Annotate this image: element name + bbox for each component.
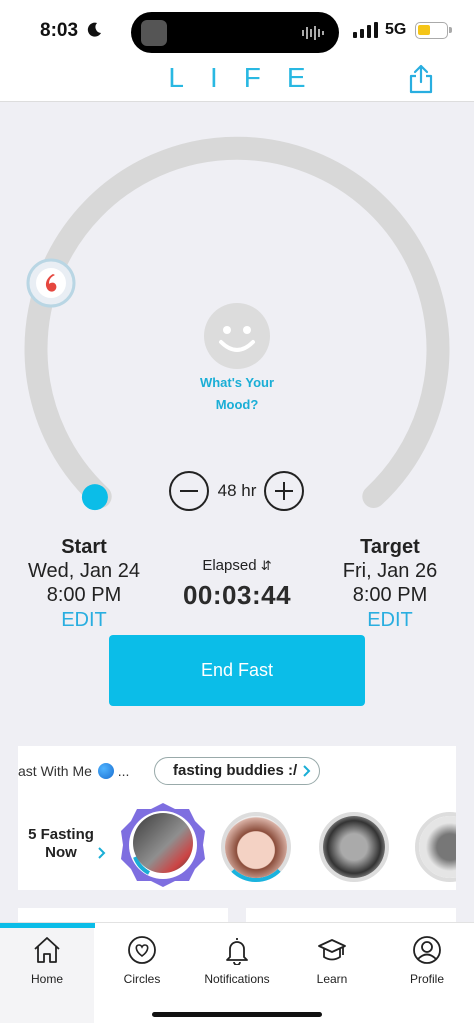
tab-circles[interactable]: Circles: [95, 923, 189, 1023]
elapsed-info: Elapsed ⇵ 00:03:44: [160, 557, 314, 611]
start-title: Start: [61, 536, 107, 558]
target-time: 8:00 PM: [352, 584, 428, 606]
status-bar: 8:03 5G: [0, 0, 474, 60]
chevron-right-icon: [303, 765, 311, 777]
tab-notifications[interactable]: Notifications: [190, 923, 284, 1023]
tab-label: Notifications: [204, 972, 270, 986]
bell-icon: [226, 938, 248, 965]
active-tab-indicator: [0, 923, 95, 928]
battery-icon: [415, 22, 448, 39]
target-info: Target Fri, Jan 26 8:00 PM EDIT: [320, 535, 460, 632]
home-icon: [34, 937, 60, 963]
edit-start-button[interactable]: EDIT: [14, 608, 154, 632]
tab-label: Learn: [316, 972, 348, 986]
graduation-cap-icon: [318, 939, 346, 961]
fasting-now-count[interactable]: 5 Fasting Now: [26, 826, 96, 862]
app-header: LIFE: [0, 60, 474, 102]
target-title: Target: [360, 536, 420, 558]
buddy-avatar[interactable]: [133, 813, 193, 873]
tab-label: Circles: [123, 972, 161, 986]
fast-with-me-label: ast With Me: [18, 763, 92, 779]
tab-label: Home: [30, 972, 63, 986]
fasting-buddies-label: fasting buddies :/: [173, 762, 298, 779]
buddy-avatar[interactable]: [323, 816, 385, 878]
edit-target-button[interactable]: EDIT: [320, 608, 460, 632]
fasting-count-line1: 5 Fasting: [28, 826, 94, 843]
zero-calorie-marker[interactable]: [26, 258, 76, 308]
mood-prompt-line1: What's Your: [199, 375, 275, 390]
mood-prompt[interactable]: What's Your Mood?: [170, 372, 304, 416]
elapsed-time: 00:03:44: [182, 580, 292, 610]
battery-nub: [449, 27, 452, 33]
target-date: Fri, Jan 26: [342, 560, 438, 582]
increase-duration-button[interactable]: [264, 471, 304, 511]
tab-label: Profile: [409, 972, 444, 986]
elapsed-toggle[interactable]: Elapsed ⇵: [160, 557, 314, 574]
battery-level: [418, 25, 430, 35]
tab-home[interactable]: Home: [0, 923, 94, 1023]
buddy-avatar[interactable]: [225, 816, 287, 878]
home-indicator: [152, 1012, 322, 1017]
start-info: Start Wed, Jan 24 8:00 PM EDIT: [14, 535, 154, 632]
moon-icon: [87, 22, 101, 37]
decrease-duration-button[interactable]: [169, 471, 209, 511]
mood-face-icon[interactable]: [203, 302, 271, 370]
fast-with-me-ellipsis: ...: [117, 763, 130, 779]
network-type: 5G: [385, 21, 407, 38]
chevron-right-icon: [98, 847, 106, 859]
dynamic-island: [131, 12, 339, 53]
mood-prompt-line2: Mood?: [215, 397, 259, 412]
app-logo: LIFE: [168, 62, 332, 93]
progress-handle[interactable]: [81, 484, 108, 511]
audio-wave-icon: [302, 26, 324, 40]
end-fast-button[interactable]: End Fast: [109, 635, 365, 706]
fast-with-me-tab[interactable]: ast With Me ...: [18, 763, 129, 779]
swap-arrows-icon: ⇵: [260, 558, 272, 573]
start-date: Wed, Jan 24: [28, 560, 140, 582]
now-playing-thumbnail: [141, 20, 167, 46]
fasting-count-line2: Now: [45, 844, 77, 861]
elapsed-label: Elapsed: [202, 557, 257, 574]
circles-heart-icon: [128, 936, 156, 964]
signal-icon: [353, 22, 378, 38]
fast-duration: 48 hr: [217, 481, 257, 500]
tab-profile[interactable]: Profile: [380, 923, 474, 1023]
profile-icon: [413, 936, 441, 964]
status-time: 8:03: [40, 20, 79, 41]
share-icon[interactable]: [408, 64, 434, 94]
start-time: 8:00 PM: [46, 584, 122, 606]
fasting-buddies-chip[interactable]: fasting buddies :/: [154, 757, 321, 785]
globe-icon: [97, 763, 114, 779]
social-panel: ast With Me ... fasting buddies :/ 5 Fas…: [18, 746, 456, 890]
tab-learn[interactable]: Learn: [285, 923, 379, 1023]
